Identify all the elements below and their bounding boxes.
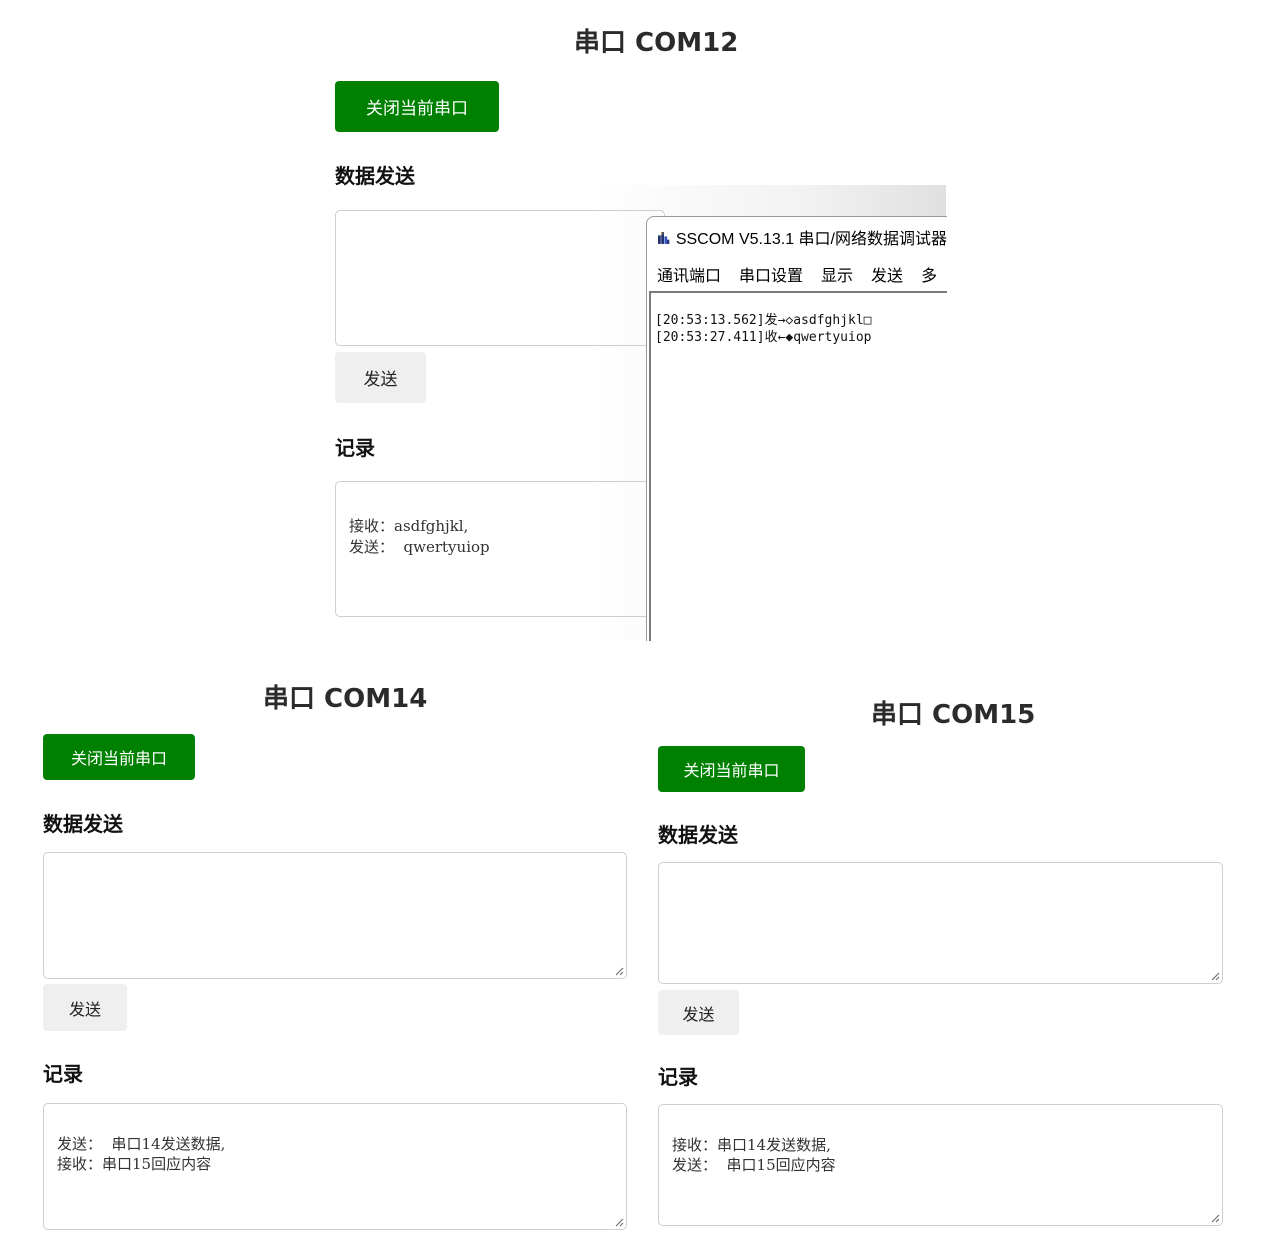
log-heading: 记录	[335, 436, 375, 460]
menu-item-display[interactable]: 显示	[821, 262, 853, 286]
log-box[interactable]: 发送： 串口14发送数据, 接收：串口15回应内容	[43, 1103, 627, 1230]
send-input[interactable]	[658, 862, 1223, 984]
resize-grip-icon[interactable]	[614, 966, 624, 976]
log-line: 接收：串口15回应内容	[57, 1155, 212, 1173]
send-button[interactable]: 发送	[43, 984, 127, 1031]
output-line: [20:53:27.411]收←◆qwertyuiop	[655, 330, 872, 345]
send-heading: 数据发送	[658, 823, 738, 847]
log-line: 接收：asdfghjkl,	[349, 517, 469, 535]
menu-item-more[interactable]: 多	[921, 262, 937, 286]
send-button[interactable]: 发送	[335, 352, 426, 403]
close-port-button[interactable]: 关闭当前串口	[43, 734, 195, 780]
log-line: 发送： 串口15回应内容	[672, 1156, 836, 1174]
send-heading: 数据发送	[335, 164, 415, 188]
sscom-window[interactable]: SSCOM V5.13.1 串口/网络数据调试器 通讯端口 串口设置 显示 发送…	[646, 216, 947, 641]
log-line: 发送： qwertyuiop	[349, 538, 490, 556]
resize-grip-icon[interactable]	[614, 1217, 624, 1227]
log-heading: 记录	[658, 1065, 698, 1089]
log-line: 发送： 串口14发送数据,	[57, 1135, 226, 1153]
sscom-titlebar[interactable]: SSCOM V5.13.1 串口/网络数据调试器	[647, 217, 947, 257]
log-line: 接收：串口14发送数据,	[672, 1136, 831, 1154]
sscom-menubar: 通讯端口 串口设置 显示 发送 多	[647, 259, 947, 289]
close-port-button[interactable]: 关闭当前串口	[335, 81, 499, 132]
send-input[interactable]	[43, 852, 627, 979]
sscom-title: SSCOM V5.13.1 串口/网络数据调试器	[675, 231, 947, 248]
sscom-output-area[interactable]: [20:53:13.562]发→◇asdfghjkl□ [20:53:27.41…	[649, 291, 947, 641]
page-title: 串口 COM15	[871, 700, 1036, 730]
log-heading: 记录	[43, 1062, 83, 1086]
resize-grip-icon[interactable]	[1210, 1213, 1220, 1223]
menu-item-send[interactable]: 发送	[871, 262, 903, 286]
menu-item-port[interactable]: 通讯端口	[657, 262, 721, 286]
menu-item-serial-settings[interactable]: 串口设置	[739, 262, 803, 286]
resize-grip-icon[interactable]	[1210, 971, 1220, 981]
send-heading: 数据发送	[43, 812, 123, 836]
sscom-app-icon	[658, 231, 670, 244]
send-button[interactable]: 发送	[658, 990, 739, 1035]
page-title: 串口 COM14	[263, 684, 428, 714]
close-port-button[interactable]: 关闭当前串口	[658, 746, 805, 792]
page-title: 串口 COM12	[574, 28, 739, 58]
log-box[interactable]: 接收：串口14发送数据, 发送： 串口15回应内容	[658, 1104, 1223, 1226]
